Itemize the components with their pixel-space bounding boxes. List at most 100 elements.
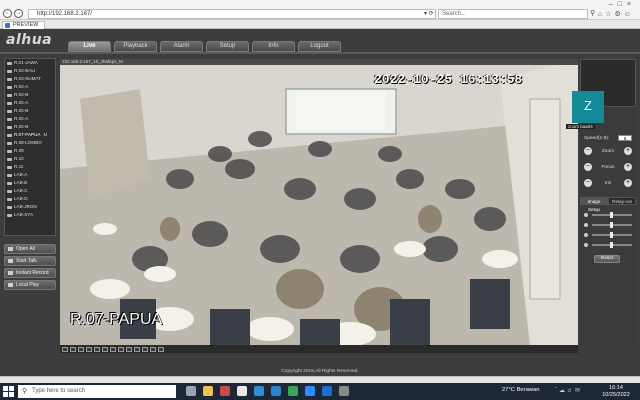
camera-icon (7, 69, 12, 73)
app-icon-2[interactable] (339, 386, 349, 396)
snapshot-icon[interactable] (118, 346, 124, 352)
edge-icon[interactable] (271, 386, 281, 396)
channel-item[interactable]: R.02-BALI (5, 67, 55, 75)
weather-widget[interactable]: 27°C Berawan (502, 387, 539, 393)
layout-1-icon[interactable] (62, 346, 68, 352)
channel-label: R.04-A (14, 84, 29, 89)
taskbar-apps (186, 386, 356, 396)
fullscreen-icon[interactable] (110, 346, 116, 352)
channel-item[interactable]: LAB-A (5, 171, 55, 179)
channel-item[interactable]: R.06-A (5, 115, 55, 123)
word-icon[interactable] (322, 386, 332, 396)
instant-record-button[interactable]: Instant Record (4, 268, 56, 278)
hue-icon (584, 242, 588, 247)
channel-list[interactable]: R.01-JAWA R.02-BALI R.03-SUMAT R.04-A R.04-B… (4, 58, 56, 236)
focus-in-button[interactable]: + (623, 163, 632, 171)
windows-start-icon[interactable] (3, 386, 14, 397)
system-tray-icons[interactable]: ˆ☁♬✉ (555, 387, 582, 394)
browser-toolbar: ← → http://192.168.2.167/ ▾ ⟳ Search... … (0, 0, 640, 20)
channel-label: R.03-SUMAT (14, 76, 41, 81)
zoom-icon[interactable] (142, 346, 148, 352)
nav-divider (0, 52, 640, 54)
browser-tab-preview[interactable]: PREVIEW (2, 21, 46, 29)
saturation-slider[interactable] (584, 231, 632, 238)
layout-25-icon[interactable] (94, 346, 100, 352)
channel-item[interactable]: R.05-B (5, 107, 55, 115)
channel-item[interactable]: R.04-B (5, 91, 55, 99)
browser-tools-icons[interactable]: ⌂☆⚙☺ (598, 10, 634, 18)
tab-alarm[interactable]: Alarm (160, 41, 203, 52)
contrast-slider[interactable] (584, 221, 632, 228)
channel-item[interactable]: LAB-JRGN (5, 203, 55, 211)
local-play-button[interactable]: Local Play (4, 280, 56, 290)
layout-16-icon[interactable] (86, 346, 92, 352)
stream-icon[interactable] (134, 346, 140, 352)
audio-icon[interactable] (158, 346, 164, 352)
task-view-icon[interactable] (186, 386, 196, 396)
channel-item[interactable]: R.03-SUMAT (5, 75, 55, 83)
tab-relay-out[interactable]: Relay-out (608, 197, 636, 205)
file-explorer-icon[interactable] (203, 386, 213, 396)
clock-date: 10/25/2022 (602, 391, 630, 398)
channel-item[interactable]: LAB-C (5, 187, 55, 195)
start-talk-button[interactable]: Start Talk (4, 256, 56, 266)
forward-icon[interactable]: → (14, 9, 23, 18)
channel-label: LAB-D (14, 196, 28, 201)
store-icon[interactable] (237, 386, 247, 396)
channel-item[interactable]: R.09 (5, 147, 55, 155)
layout-4-icon[interactable] (70, 346, 76, 352)
channel-item[interactable]: LAB-B (5, 179, 55, 187)
reset-button[interactable]: Reset (594, 255, 620, 263)
camera-name-overlay: R.07-PAPUA (70, 311, 163, 328)
window-controls[interactable]: –□× (609, 1, 636, 8)
back-icon[interactable]: ← (3, 9, 12, 18)
classroom-video-frame (60, 59, 578, 345)
horizontal-scrollbar[interactable] (0, 376, 640, 383)
camera-icon (7, 61, 12, 65)
channel-label: R.06-A (14, 116, 29, 121)
iris-open-button[interactable]: + (624, 179, 632, 187)
ptz-speed-select[interactable]: 5 (618, 135, 632, 141)
brightness-slider[interactable] (584, 211, 632, 218)
channel-item[interactable]: R.08-LOMBO (5, 139, 55, 147)
zoom-icon[interactable] (305, 386, 315, 396)
channel-item[interactable]: R.04-A (5, 83, 55, 91)
open-all-button[interactable]: Open All (4, 244, 56, 254)
tab-info[interactable]: Info (252, 41, 295, 52)
channel-item[interactable]: R.11 (5, 163, 55, 171)
focus-out-button[interactable]: − (584, 163, 592, 171)
channel-item[interactable]: LAB-D (5, 195, 55, 203)
camera-icon (7, 109, 12, 113)
channel-item[interactable]: R.01-JAWA (5, 59, 55, 67)
zoom-out-button[interactable]: − (584, 147, 592, 155)
taskbar-search-input[interactable]: Type here to search (18, 385, 176, 398)
camera-icon (7, 117, 12, 121)
tab-playback[interactable]: Playback (114, 41, 157, 52)
address-dropdown-icon[interactable]: ▾ ⟳ (424, 10, 434, 17)
tab-image-setup[interactable]: Image Setup (580, 197, 608, 212)
channel-item[interactable]: R.07-PAPUA M (5, 131, 55, 139)
search-icon[interactable]: ⚲ (590, 9, 595, 17)
channel-item[interactable]: R.06-B (5, 123, 55, 131)
browser-search-input[interactable]: Search... (438, 9, 588, 19)
taskbar-clock[interactable]: 16:14 10/25/2022 (596, 385, 636, 398)
ie-icon[interactable] (254, 386, 264, 396)
channel-item[interactable]: R.05-A (5, 99, 55, 107)
address-bar[interactable]: http://192.168.2.167/ (28, 9, 436, 19)
iris-close-button[interactable]: − (584, 179, 592, 187)
tab-logout[interactable]: Logout (298, 41, 341, 52)
hue-slider[interactable] (584, 241, 632, 248)
layout-36-icon[interactable] (102, 346, 108, 352)
channel-item[interactable]: R.10 (5, 155, 55, 163)
chrome-icon[interactable] (288, 386, 298, 396)
zoom-in-button[interactable]: + (623, 147, 632, 155)
layout-9-icon[interactable] (78, 346, 84, 352)
app-icon[interactable] (220, 386, 230, 396)
channel-label: R.07-PAPUA (14, 132, 41, 137)
tab-setup[interactable]: Setup (206, 41, 249, 52)
live-video-view[interactable]: 192.168.2.167_10_4kMbps_M 2022-10-25 16:… (60, 59, 578, 345)
tab-live[interactable]: Live (68, 41, 111, 52)
record-clip-icon[interactable] (126, 346, 132, 352)
channel-item[interactable]: LAB-SYA (5, 211, 55, 219)
ratio-icon[interactable] (150, 346, 156, 352)
